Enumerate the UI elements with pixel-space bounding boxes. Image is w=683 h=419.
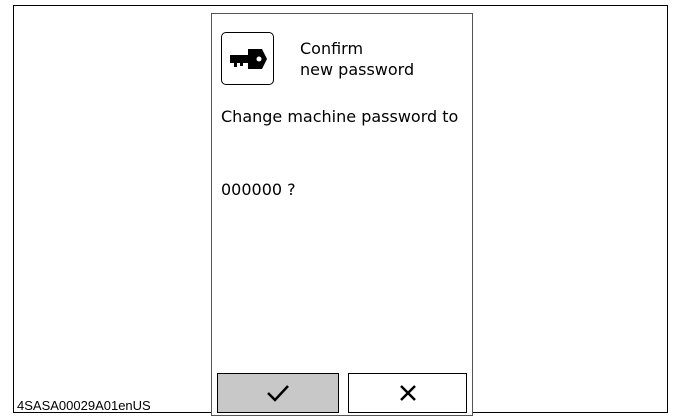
title-line-1: Confirm bbox=[300, 39, 364, 58]
confirm-password-dialog: Confirm new password Change machine pass… bbox=[211, 13, 473, 416]
key-icon bbox=[221, 32, 274, 85]
document-code: 4SASA00029A01enUS bbox=[17, 398, 151, 413]
cancel-button[interactable] bbox=[348, 373, 467, 413]
new-password-value: 000000 ? bbox=[221, 180, 296, 199]
close-icon bbox=[399, 385, 416, 401]
confirm-button[interactable] bbox=[217, 373, 339, 413]
checkmark-icon bbox=[267, 385, 289, 402]
title-line-2: new password bbox=[300, 60, 415, 79]
dialog-title: Confirm new password bbox=[300, 38, 414, 80]
dialog-message: Change machine password to bbox=[221, 107, 459, 126]
